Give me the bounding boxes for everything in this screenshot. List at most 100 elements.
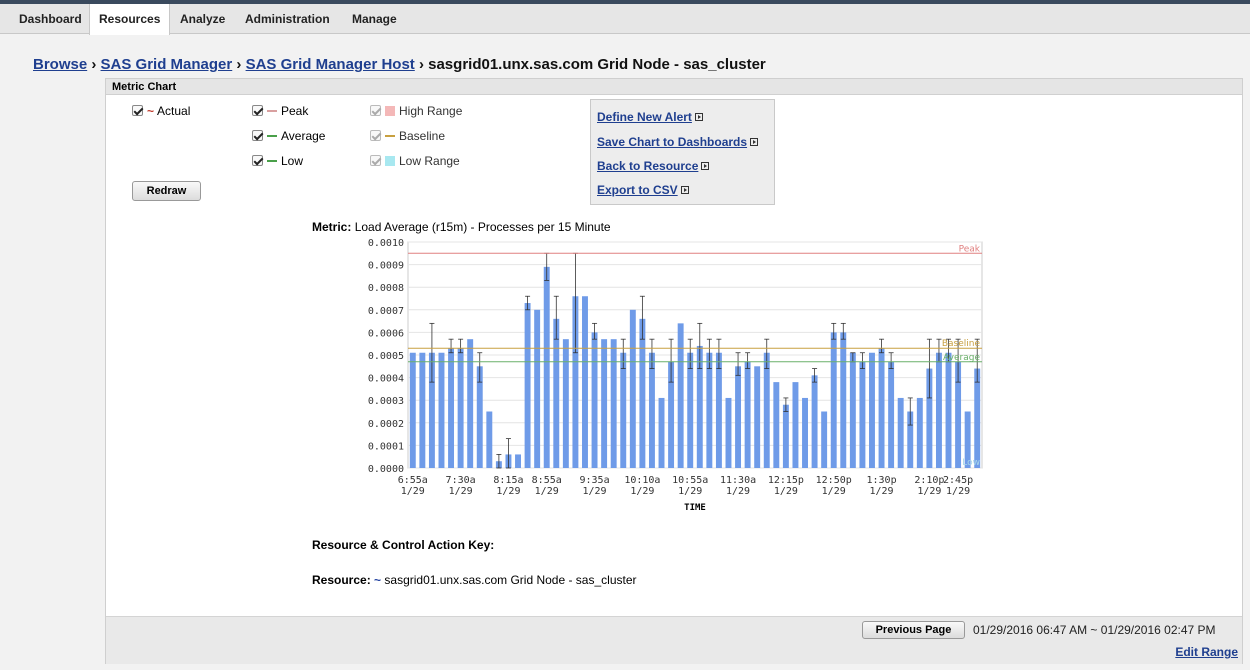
bar <box>562 339 569 468</box>
x-tick-date-label: 1/29 <box>535 486 559 497</box>
legend-low-range[interactable]: Low Range <box>370 153 460 169</box>
x-tick-label: 9:35a <box>579 475 609 486</box>
bar <box>553 318 560 468</box>
bar <box>878 348 885 468</box>
legend-low[interactable]: Low <box>252 153 303 169</box>
legend-average-label: Average <box>281 129 326 143</box>
x-tick-date-label: 1/29 <box>630 486 654 497</box>
bar <box>840 332 847 468</box>
define-alert-link[interactable]: Define New Alert <box>597 110 703 124</box>
bar <box>467 339 474 468</box>
breadcrumb: Browse › SAS Grid Manager › SAS Grid Man… <box>33 56 766 73</box>
tab-administration[interactable]: Administration <box>236 4 339 34</box>
x-tick-label: 10:10a <box>624 475 660 486</box>
legend-baseline[interactable]: Baseline <box>370 128 445 144</box>
tab-resources[interactable]: Resources <box>89 4 171 35</box>
y-tick-label: 0.0007 <box>368 306 404 317</box>
external-link-icon <box>680 186 689 194</box>
resource-line: Resource: ~ sasgrid01.unx.sas.com Grid N… <box>312 573 637 587</box>
x-tick-label: 11:30a <box>720 475 756 486</box>
y-tick-label: 0.0000 <box>368 464 404 475</box>
bar <box>715 352 722 468</box>
save-chart-link[interactable]: Save Chart to Dashboards <box>597 135 759 149</box>
bar <box>821 411 828 468</box>
bar <box>859 361 866 468</box>
bar <box>945 352 952 468</box>
legend-average[interactable]: Average <box>252 128 325 144</box>
bar <box>916 397 923 468</box>
breadcrumb-sas-grid-manager[interactable]: SAS Grid Manager <box>101 56 233 73</box>
bar <box>725 397 732 468</box>
bar <box>974 368 981 468</box>
bar <box>457 348 464 468</box>
bar <box>802 397 808 468</box>
y-tick-label: 0.0001 <box>368 441 404 452</box>
action-key-title: Resource & Control Action Key: <box>312 538 495 552</box>
y-tick-label: 0.0002 <box>368 419 404 430</box>
actual-checkbox[interactable] <box>132 105 143 116</box>
legend-peak-label: Peak <box>281 104 309 118</box>
tab-analyze[interactable]: Analyze <box>171 4 234 34</box>
x-tick-label: 10:55a <box>672 475 708 486</box>
x-tick-label: 2:10p <box>914 475 944 486</box>
bar <box>409 352 416 468</box>
resource-label: Resource: <box>312 573 371 587</box>
bar <box>706 352 713 468</box>
bar <box>658 397 665 468</box>
bar <box>687 352 694 468</box>
legend-actual[interactable]: ~ Actual <box>132 103 190 119</box>
previous-page-button[interactable]: Previous Page <box>862 621 965 639</box>
export-csv-label: Export to CSV <box>597 183 678 197</box>
high-range-checkbox[interactable] <box>370 105 381 116</box>
x-tick-label: 1:30p <box>866 475 896 486</box>
x-tick-label: 8:55a <box>532 475 562 486</box>
date-range: 01/29/2016 06:47 AM ~ 01/29/2016 02:47 P… <box>973 623 1216 637</box>
define-alert-label: Define New Alert <box>597 110 692 124</box>
baseline-line-icon <box>385 135 395 137</box>
breadcrumb-separator: › <box>418 56 424 73</box>
bar <box>534 309 541 468</box>
metric-description: Metric: Load Average (r15m) - Processes … <box>312 220 611 234</box>
low-checkbox[interactable] <box>252 155 263 166</box>
low-range-checkbox[interactable] <box>370 155 381 166</box>
external-link-icon <box>750 138 759 146</box>
back-to-resource-link[interactable]: Back to Resource <box>597 159 710 173</box>
resource-line-icon: ~ <box>374 573 382 587</box>
breadcrumb-browse[interactable]: Browse <box>33 56 87 73</box>
edit-range-link[interactable]: Edit Range <box>1175 645 1238 659</box>
x-tick-label: 7:30a <box>446 475 476 486</box>
export-csv-link[interactable]: Export to CSV <box>597 183 689 197</box>
bar <box>639 318 646 468</box>
redraw-button[interactable]: Redraw <box>132 181 201 201</box>
peak-line-icon <box>267 110 277 112</box>
x-axis-title: TIME <box>684 503 706 513</box>
legend-high-range[interactable]: High Range <box>370 103 462 119</box>
bar <box>869 352 875 468</box>
x-tick-date-label: 1/29 <box>774 486 798 497</box>
legend-high-range-label: High Range <box>399 104 463 118</box>
reference-line-label: Baseline <box>942 339 981 349</box>
tab-dashboard[interactable]: Dashboard <box>10 4 91 34</box>
external-link-icon <box>701 162 710 170</box>
bar <box>744 361 751 468</box>
tab-manage[interactable]: Manage <box>343 4 406 34</box>
metric-value: Load Average (r15m) - Processes per 15 M… <box>354 220 611 234</box>
bar <box>543 266 550 468</box>
external-link-icon <box>694 113 703 121</box>
bar <box>524 303 531 468</box>
panel-title: Metric Chart <box>106 79 1242 95</box>
breadcrumb-sas-grid-manager-host[interactable]: SAS Grid Manager Host <box>246 56 415 73</box>
bar <box>629 309 636 468</box>
bar <box>792 382 799 468</box>
x-tick-label: 8:15a <box>493 475 523 486</box>
peak-checkbox[interactable] <box>252 105 263 116</box>
average-checkbox[interactable] <box>252 130 263 141</box>
y-tick-label: 0.0005 <box>368 351 404 362</box>
breadcrumb-separator: › <box>91 56 97 73</box>
bar <box>448 348 455 468</box>
legend-peak[interactable]: Peak <box>252 103 308 119</box>
bar <box>419 352 426 468</box>
legend-low-label: Low <box>281 154 304 168</box>
baseline-checkbox[interactable] <box>370 130 381 141</box>
x-tick-date-label: 1/29 <box>678 486 702 497</box>
